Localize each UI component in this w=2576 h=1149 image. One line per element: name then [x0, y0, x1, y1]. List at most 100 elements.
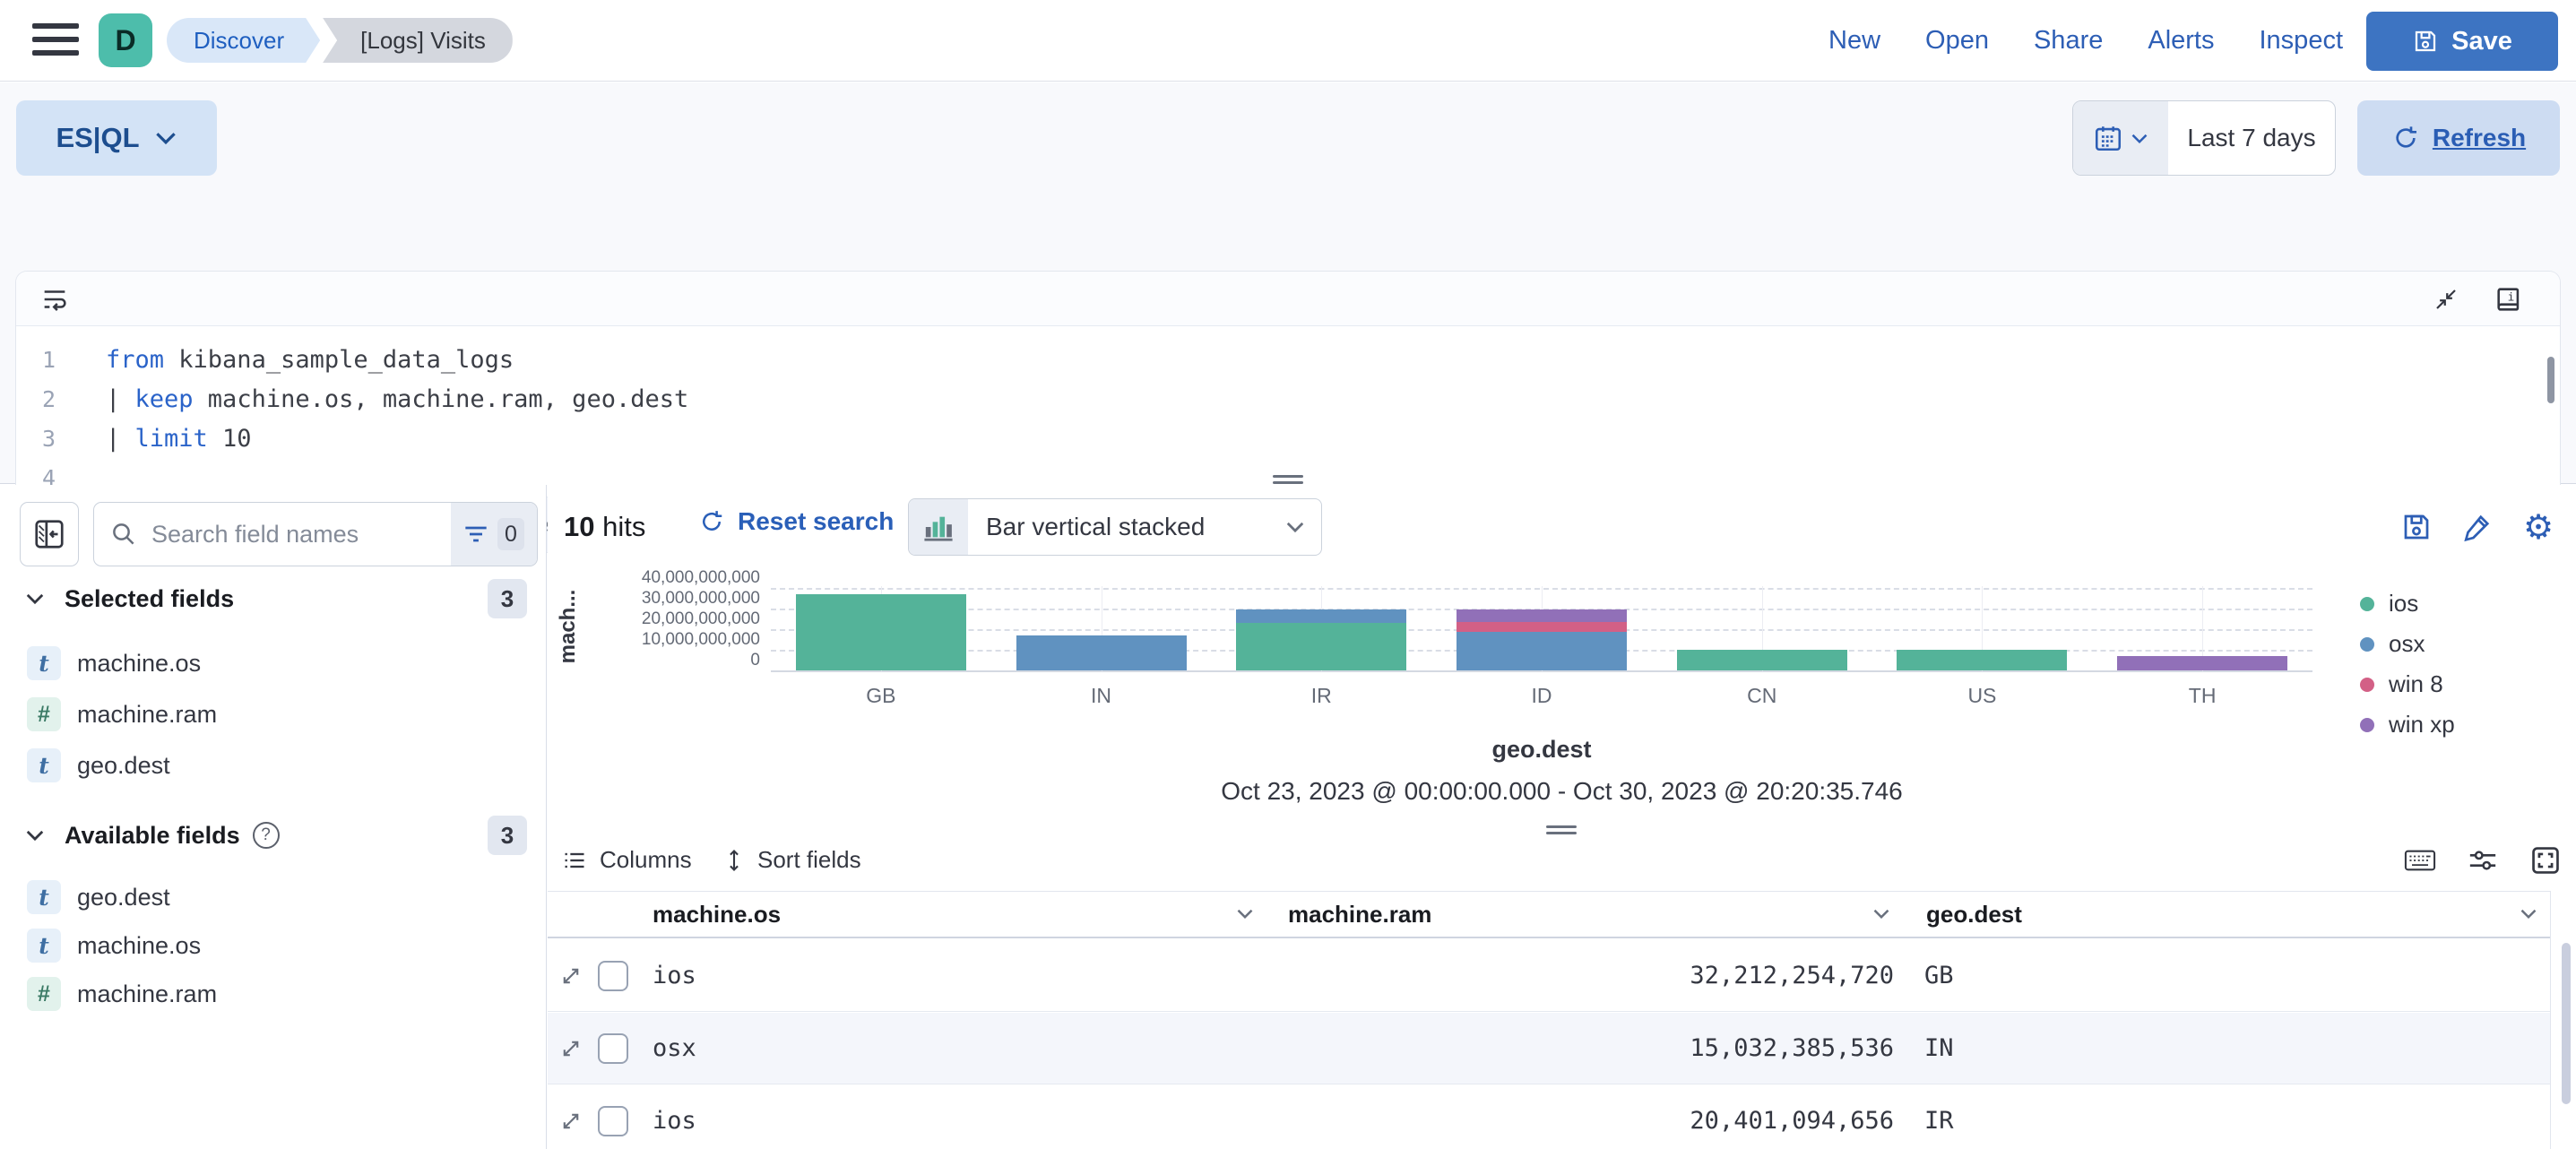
column-header-machine-os[interactable]: machine.os [653, 892, 781, 937]
alerts-button[interactable]: Alerts [2148, 26, 2214, 56]
chevron-down-icon[interactable] [1872, 908, 1890, 920]
share-button[interactable]: Share [2034, 26, 2103, 56]
legend-item-ios[interactable]: ios [2360, 583, 2575, 624]
bar-segment-win-xp-ID[interactable] [1457, 609, 1627, 622]
word-wrap-icon[interactable] [39, 284, 70, 315]
y-tick-label: 30,000,000,000 [641, 589, 760, 608]
search-input[interactable]: Search field names [94, 503, 451, 566]
breadcrumb-discover[interactable]: Discover [167, 18, 320, 63]
editor-code-area[interactable]: 1 from kibana_sample_data_logs 2 | keep … [16, 326, 2560, 497]
x-axis-ticks: GB IN IR ID CN US TH [771, 684, 2312, 711]
query-language-button[interactable]: ES|QL [16, 100, 217, 176]
refresh-button[interactable]: Refresh [2357, 100, 2560, 176]
available-fields-count: 3 [488, 816, 527, 855]
x-tick-label: GB [866, 684, 896, 707]
save-visualization-icon[interactable] [2399, 509, 2434, 545]
chevron-down-icon[interactable] [2520, 908, 2537, 920]
chevron-down-icon [25, 829, 45, 842]
row-settings-icon[interactable] [2467, 844, 2499, 877]
row-checkbox[interactable] [598, 961, 628, 991]
field-filter-button[interactable]: 0 [451, 503, 537, 566]
row-checkbox[interactable] [598, 1033, 628, 1064]
x-axis-title: geo.dest [1491, 736, 1592, 763]
bar-segment-ios-US[interactable] [1897, 650, 2068, 670]
bar-segment-win-xp-TH[interactable] [2117, 656, 2288, 670]
y-tick-label: 40,000,000,000 [641, 568, 760, 587]
sort-arrows-icon [723, 848, 745, 873]
legend-dot [2360, 677, 2374, 692]
legend-item-osx[interactable]: osx [2360, 624, 2575, 664]
column-header-geo-dest[interactable]: geo.dest [1926, 892, 2022, 937]
breadcrumb-saved-search: [Logs] Visits [323, 18, 513, 63]
help-icon[interactable]: ? [252, 822, 280, 849]
field-item-machine-os[interactable]: t machine.os [0, 926, 547, 965]
column-header-machine-ram[interactable]: machine.ram [1288, 892, 1431, 937]
hits-count: 10 hits [564, 511, 646, 542]
fullscreen-icon[interactable] [2529, 844, 2562, 877]
legend-dot [2360, 717, 2374, 732]
chart-type-select[interactable]: Bar vertical stacked [908, 498, 1322, 556]
field-item-machine-ram[interactable]: # machine.ram [0, 974, 547, 1014]
chevron-down-icon[interactable] [1236, 908, 1254, 920]
x-tick-label: ID [1531, 684, 1552, 707]
selected-fields-count: 3 [488, 579, 527, 618]
table-row[interactable]: ios 20,401,094,656 IR [548, 1085, 2550, 1149]
menu-icon[interactable] [32, 23, 79, 59]
chevron-down-icon [2131, 133, 2148, 144]
bar-segment-ios-IR[interactable] [1236, 623, 1407, 670]
date-picker-calendar-button[interactable] [2073, 101, 2168, 175]
field-item-machine-ram[interactable]: # machine.ram [0, 695, 547, 734]
bar-segment-osx-ID[interactable] [1457, 632, 1627, 670]
legend-item-win-8[interactable]: win 8 [2360, 664, 2575, 704]
y-tick-label: 10,000,000,000 [641, 630, 760, 649]
bar-segment-ios-CN[interactable] [1676, 650, 1847, 670]
field-item-machine-os[interactable]: t machine.os [0, 644, 547, 683]
chart-legend: ios osx win 8 win xp [2360, 583, 2575, 745]
keyboard-icon[interactable] [2404, 844, 2436, 877]
save-button[interactable]: Save [2366, 12, 2558, 71]
text-field-token-icon: t [27, 880, 61, 914]
number-field-token-icon: # [27, 697, 61, 731]
edit-visualization-icon[interactable] [2459, 509, 2495, 545]
new-button[interactable]: New [1828, 26, 1880, 56]
chart-plot[interactable] [771, 574, 2312, 672]
collapse-sidebar-icon[interactable] [20, 502, 79, 566]
open-button[interactable]: Open [1925, 26, 1989, 56]
editor-scrollbar[interactable] [2547, 357, 2554, 403]
minimize-editor-icon[interactable] [2433, 286, 2459, 313]
bar-segment-win-8-ID[interactable] [1457, 621, 1627, 633]
chevron-down-icon [25, 592, 45, 605]
legend-dot [2360, 596, 2374, 611]
row-checkbox[interactable] [598, 1106, 628, 1136]
space-avatar[interactable]: D [99, 13, 152, 67]
inspect-button[interactable]: Inspect [2260, 26, 2344, 56]
bar-segment-ios-GB[interactable] [795, 593, 966, 670]
table-row[interactable]: ios 32,212,254,720 GB [548, 940, 2550, 1012]
field-item-geo-dest[interactable]: t geo.dest [0, 746, 547, 785]
text-field-token-icon: t [27, 646, 61, 680]
table-row[interactable]: osx 15,032,385,536 IN [548, 1013, 2550, 1084]
legend-label: ios [2389, 590, 2419, 617]
kibana-discover-page: D Discover [Logs] Visits New Open Share … [0, 0, 2576, 1149]
chart-resize-handle[interactable] [1546, 825, 1577, 836]
breadcrumb: Discover [Logs] Visits [167, 18, 513, 63]
table-scrollbar[interactable] [2562, 943, 2571, 1104]
expand-row-icon[interactable] [560, 1038, 582, 1059]
sort-fields-button[interactable]: Sort fields [723, 846, 861, 874]
selected-fields-header[interactable]: Selected fields 3 [0, 578, 547, 619]
gear-icon[interactable]: ⚙ [2520, 507, 2556, 547]
time-range-label[interactable]: Last 7 days [2168, 101, 2335, 175]
bar-segment-osx-IN[interactable] [1016, 635, 1187, 670]
chevron-down-icon [1285, 521, 1305, 533]
reset-search-button[interactable]: Reset search [698, 507, 894, 536]
columns-button[interactable]: Columns [562, 846, 692, 874]
filter-count-badge: 0 [497, 518, 524, 550]
expand-row-icon[interactable] [560, 965, 582, 987]
bar-segment-osx-IR[interactable] [1236, 609, 1407, 624]
field-item-geo-dest[interactable]: t geo.dest [0, 877, 547, 917]
available-fields-header[interactable]: Available fields ? 3 [0, 815, 547, 856]
documentation-icon[interactable]: i [2494, 284, 2524, 315]
legend-item-win-xp[interactable]: win xp [2360, 704, 2575, 745]
refresh-icon [2391, 124, 2420, 152]
expand-row-icon[interactable] [560, 1110, 582, 1132]
